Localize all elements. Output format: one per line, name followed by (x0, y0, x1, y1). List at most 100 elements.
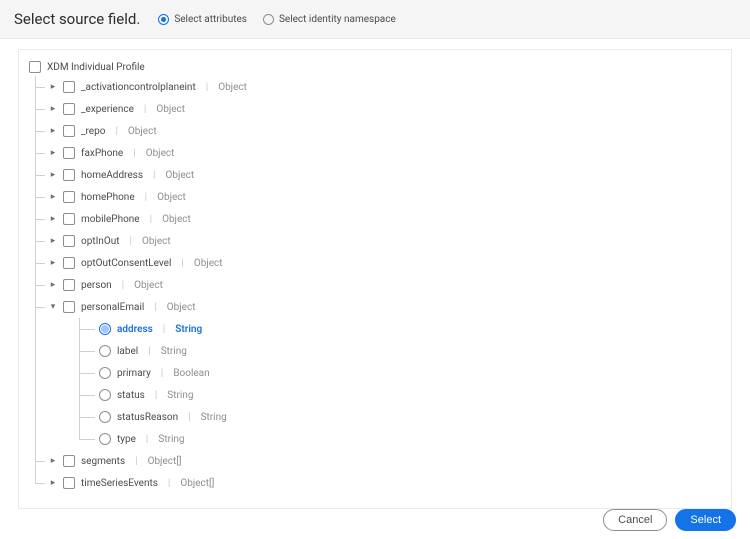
radio-select-identity-namespace[interactable]: Select identity namespace (263, 14, 396, 25)
chevron-right-icon[interactable]: ▸ (49, 105, 57, 113)
node-type: Object (218, 82, 247, 93)
node-type: Object (128, 126, 157, 137)
separator: | (163, 324, 165, 335)
node-name: optOutConsentLevel (81, 258, 171, 269)
node-name: _repo (81, 126, 105, 137)
chevron-right-icon[interactable]: ▸ (49, 193, 57, 201)
cancel-button[interactable]: Cancel (603, 509, 667, 531)
node-type: Object (165, 170, 194, 181)
dialog-header: Select source field. Select attributes S… (0, 0, 750, 39)
tree-leaf[interactable]: statusReason|String (99, 406, 721, 428)
chevron-right-icon[interactable]: ▸ (49, 127, 57, 135)
node-name: primary (117, 368, 151, 379)
tree-node[interactable]: ▸timeSeriesEvents|Object[] (49, 472, 721, 494)
radio-icon[interactable] (99, 411, 111, 423)
separator: | (133, 148, 135, 159)
tree-leaf[interactable]: address|String (99, 318, 721, 340)
select-button[interactable]: Select (675, 509, 736, 531)
checkbox-icon[interactable] (63, 103, 75, 115)
checkbox-icon[interactable] (63, 279, 75, 291)
tree-node[interactable]: ▸homeAddress|Object (49, 164, 721, 186)
node-type: Object (167, 302, 196, 313)
tree-node-personalEmail[interactable]: ▾ personalEmail | Object (49, 296, 721, 318)
tree-node[interactable]: ▸segments|Object[] (49, 450, 721, 472)
chevron-right-icon[interactable]: ▸ (49, 281, 57, 289)
node-name: faxPhone (81, 148, 123, 159)
checkbox-icon[interactable] (63, 213, 75, 225)
tree-leaf[interactable]: label|String (99, 340, 721, 362)
node-type: Object (162, 214, 191, 225)
radio-icon[interactable] (99, 323, 111, 335)
tree-node[interactable]: ▸_experience|Object (49, 98, 721, 120)
node-name: _activationcontrolplaneint (81, 82, 196, 93)
radio-icon[interactable] (99, 367, 111, 379)
radio-select-attributes[interactable]: Select attributes (158, 14, 247, 25)
tree-root[interactable]: XDM Individual Profile (29, 58, 721, 76)
tree-node[interactable]: ▸ optOutConsentLevel | Object (49, 252, 721, 274)
node-name: personalEmail (81, 302, 144, 313)
tree-node[interactable]: ▸optInOut|Object (49, 230, 721, 252)
separator: | (181, 258, 183, 269)
separator: | (154, 302, 156, 313)
separator: | (206, 82, 208, 93)
chevron-right-icon[interactable]: ▸ (49, 479, 57, 487)
chevron-down-icon[interactable]: ▾ (49, 303, 57, 311)
node-name: segments (81, 456, 125, 467)
node-name: type (117, 434, 136, 445)
checkbox-icon[interactable] (63, 301, 75, 313)
dialog-title: Select source field. (14, 10, 140, 28)
node-type: Object (194, 258, 223, 269)
tree-leaf[interactable]: type | String (99, 428, 721, 450)
node-name: _experience (81, 104, 134, 115)
chevron-right-icon[interactable]: ▸ (49, 259, 57, 267)
node-name: optInOut (81, 236, 120, 247)
checkbox-icon[interactable] (63, 169, 75, 181)
radio-label: Select identity namespace (279, 14, 396, 25)
checkbox-icon[interactable] (63, 235, 75, 247)
tree-node[interactable]: ▸faxPhone|Object (49, 142, 721, 164)
tree-node[interactable]: ▸homePhone|Object (49, 186, 721, 208)
separator: | (122, 280, 124, 291)
tree-leaf[interactable]: primary|Boolean (99, 362, 721, 384)
separator: | (161, 368, 163, 379)
mode-radio-group: Select attributes Select identity namesp… (158, 14, 395, 25)
separator: | (148, 346, 150, 357)
node-name: mobilePhone (81, 214, 140, 225)
radio-icon[interactable] (99, 389, 111, 401)
tree-node[interactable]: ▸ _activationcontrolplaneint | Object (49, 76, 721, 98)
chevron-right-icon[interactable]: ▸ (49, 171, 57, 179)
radio-icon[interactable] (99, 345, 111, 357)
node-type: String (158, 434, 184, 445)
node-type: Object[] (180, 478, 214, 489)
checkbox-icon[interactable] (63, 81, 75, 93)
node-type: String (175, 324, 202, 335)
checkbox-icon[interactable] (63, 191, 75, 203)
checkbox-icon[interactable] (63, 125, 75, 137)
radio-icon[interactable] (99, 433, 111, 445)
tree-node[interactable]: ▸mobilePhone|Object (49, 208, 721, 230)
chevron-right-icon[interactable]: ▸ (49, 83, 57, 91)
node-name: statusReason (117, 412, 178, 423)
chevron-right-icon[interactable]: ▸ (49, 237, 57, 245)
chevron-right-icon[interactable]: ▸ (49, 457, 57, 465)
tree-children: address|Stringlabel|Stringprimary|Boolea… (79, 318, 721, 450)
tree-leaf[interactable]: status|String (99, 384, 721, 406)
checkbox-icon[interactable] (63, 257, 75, 269)
tree-node[interactable]: ▸person|Object (49, 274, 721, 296)
node-name: label (117, 346, 138, 357)
separator: | (115, 126, 117, 137)
tree-node[interactable]: ▸ _repo | Object (49, 120, 721, 142)
radio-icon (263, 14, 274, 25)
checkbox-icon[interactable] (29, 61, 41, 73)
chevron-right-icon[interactable]: ▸ (49, 215, 57, 223)
node-name: timeSeriesEvents (81, 478, 158, 489)
checkbox-icon[interactable] (63, 477, 75, 489)
separator: | (130, 236, 132, 247)
checkbox-icon[interactable] (63, 455, 75, 467)
separator: | (144, 104, 146, 115)
checkbox-icon[interactable] (63, 147, 75, 159)
chevron-right-icon[interactable]: ▸ (49, 149, 57, 157)
dialog-footer: Cancel Select (603, 509, 736, 531)
separator: | (188, 412, 190, 423)
separator: | (146, 434, 148, 445)
